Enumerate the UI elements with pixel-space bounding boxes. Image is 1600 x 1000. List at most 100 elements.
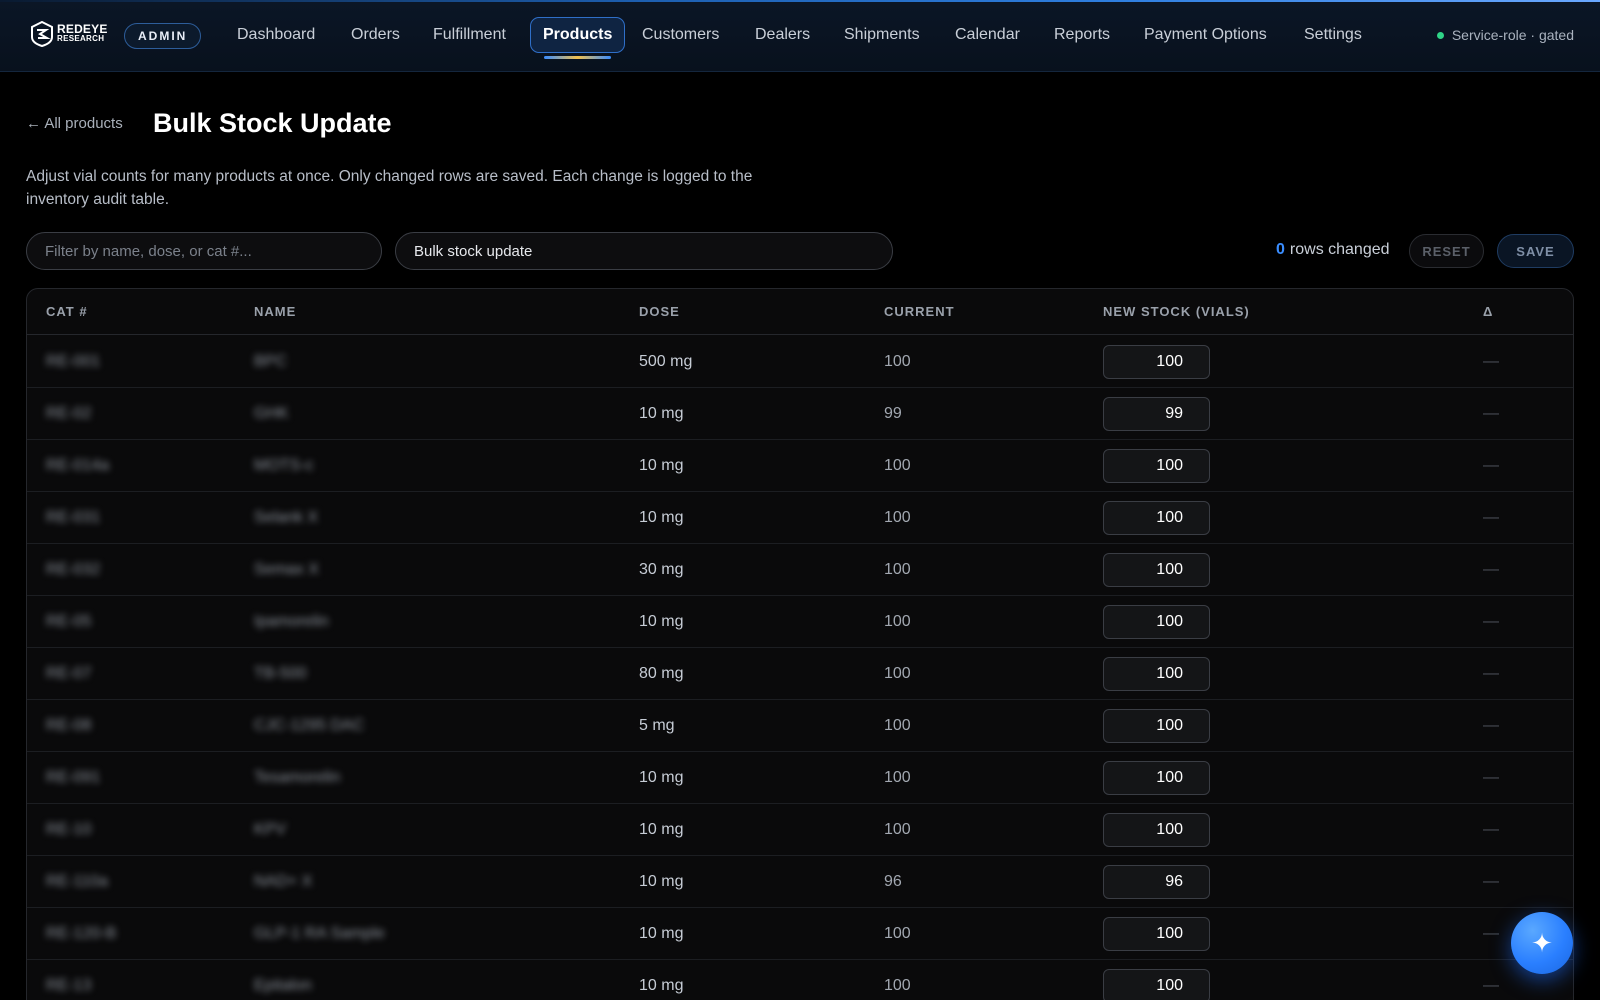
brand-subname: RESEARCH [57, 34, 105, 43]
nav-item-orders[interactable]: Orders [351, 17, 400, 53]
dose-cell: 10 mg [639, 769, 684, 786]
name-cell: Selank X [254, 492, 318, 544]
table-row: RE-032 Semax X 30 mg 100 — [27, 544, 1573, 596]
new-stock-input[interactable] [1103, 917, 1210, 951]
new-stock-input[interactable] [1103, 397, 1210, 431]
nav-item-dashboard[interactable]: Dashboard [237, 17, 315, 53]
dose-cell: 10 mg [639, 925, 684, 942]
nav-item-shipments[interactable]: Shipments [844, 17, 920, 53]
current-stock-cell: 100 [884, 353, 911, 370]
cat-number: RE-10 [46, 821, 92, 838]
name-cell: MOTS-c [254, 440, 314, 492]
cat-cell: RE-014a [46, 440, 109, 492]
product-name: BPC [254, 353, 287, 370]
cat-cell: RE-02 [46, 388, 91, 440]
service-status: Service-role · gated [1436, 27, 1574, 43]
table-row: RE-031 Selank X 10 mg 100 — [27, 492, 1573, 544]
nav-item-dealers[interactable]: Dealers [755, 17, 810, 53]
new-stock-input[interactable] [1103, 709, 1210, 743]
assistant-fab-button[interactable]: ✦ [1511, 912, 1573, 974]
table-row: RE-001 BPC 500 mg 100 — [27, 336, 1573, 388]
new-stock-input[interactable] [1103, 449, 1210, 483]
delta-cell: — [1483, 873, 1499, 890]
change-note-input[interactable] [395, 232, 893, 270]
new-stock-input[interactable] [1103, 605, 1210, 639]
cat-cell: RE-13 [46, 960, 91, 1000]
dose-cell: 10 mg [639, 405, 684, 422]
name-cell: TB-500 [254, 648, 306, 700]
delta-cell: — [1483, 509, 1499, 526]
new-stock-input[interactable] [1103, 813, 1210, 847]
column-header-name: NAME [254, 304, 297, 319]
new-stock-input[interactable] [1103, 345, 1210, 379]
dose-cell: 30 mg [639, 561, 684, 578]
name-cell: CJC-1295 DAC [254, 700, 364, 752]
name-cell: Semax X [254, 544, 319, 596]
delta-cell: — [1483, 717, 1499, 734]
nav-item-settings[interactable]: Settings [1304, 17, 1362, 53]
table-row: RE-110a NAD+ X 10 mg 96 — [27, 856, 1573, 908]
table-row: RE-014a MOTS-c 10 mg 100 — [27, 440, 1573, 492]
brand-name: REDEYE [57, 22, 108, 36]
product-name: CJC-1295 DAC [254, 717, 365, 734]
current-stock-cell: 100 [884, 613, 911, 630]
cat-cell: RE-091 [46, 752, 100, 804]
current-stock-cell: 100 [884, 561, 911, 578]
save-button[interactable]: SAVE [1497, 234, 1574, 268]
back-to-products-link[interactable]: ← All products [26, 115, 123, 132]
cat-cell: RE-001 [46, 336, 100, 388]
dose-cell: 10 mg [639, 821, 684, 838]
status-label: Service-role · gated [1451, 27, 1574, 43]
delta-cell: — [1483, 769, 1499, 786]
filter-input[interactable] [26, 232, 382, 270]
cat-cell: RE-032 [46, 544, 100, 596]
delta-cell: — [1483, 613, 1499, 630]
cat-number: RE-07 [46, 665, 92, 682]
reset-button[interactable]: RESET [1409, 234, 1484, 268]
cat-cell: RE-07 [46, 648, 91, 700]
name-cell: NAD+ X [254, 856, 312, 908]
cat-cell: RE-031 [46, 492, 100, 544]
product-name: Selank X [254, 509, 319, 526]
sparkle-icon: ✦ [1531, 927, 1553, 958]
product-name: GHK [254, 405, 289, 422]
column-header-new-stock: NEW STOCK (VIALS) [1103, 304, 1250, 319]
table-row: RE-05 Ipamorelin 10 mg 100 — [27, 596, 1573, 648]
new-stock-input[interactable] [1103, 865, 1210, 899]
name-cell: GLP-1 RA Sample [254, 908, 385, 960]
dose-cell: 10 mg [639, 509, 684, 526]
top-accent-line [0, 0, 1600, 2]
nav-item-customers[interactable]: Customers [642, 17, 719, 53]
cat-number: RE-032 [46, 561, 101, 578]
name-cell: BPC [254, 336, 287, 388]
cat-number: RE-05 [46, 613, 92, 630]
cat-number: RE-110a [46, 873, 108, 890]
delta-cell: — [1483, 665, 1499, 682]
cat-number: RE-031 [46, 509, 101, 526]
product-name: NAD+ X [254, 873, 313, 890]
current-stock-cell: 96 [884, 873, 902, 890]
new-stock-input[interactable] [1103, 553, 1210, 587]
product-name: MOTS-c [254, 457, 314, 474]
delta-cell: — [1483, 821, 1499, 838]
nav-item-calendar[interactable]: Calendar [955, 17, 1020, 53]
dose-cell: 500 mg [639, 353, 693, 370]
cat-cell: RE-10 [46, 804, 91, 856]
brand-logo[interactable]: REDEYE RESEARCH [30, 21, 108, 47]
cat-cell: RE-08 [46, 700, 91, 752]
status-dot-icon [1436, 31, 1444, 39]
current-stock-cell: 100 [884, 769, 911, 786]
name-cell: Ipamorelin [254, 596, 329, 648]
new-stock-input[interactable] [1103, 761, 1210, 795]
delta-cell: — [1483, 925, 1499, 942]
nav-item-products[interactable]: Products [530, 17, 626, 53]
new-stock-input[interactable] [1103, 501, 1210, 535]
nav-item-payment-options[interactable]: Payment Options [1144, 17, 1267, 53]
nav-item-reports[interactable]: Reports [1054, 17, 1110, 53]
new-stock-input[interactable] [1103, 969, 1210, 1000]
rows-changed-label: rows changed [1289, 241, 1390, 258]
new-stock-input[interactable] [1103, 657, 1210, 691]
nav-item-fulfillment[interactable]: Fulfillment [433, 17, 506, 53]
product-name: TB-500 [254, 665, 307, 682]
table-row: RE-120-B GLP-1 RA Sample 10 mg 100 — [27, 908, 1573, 960]
